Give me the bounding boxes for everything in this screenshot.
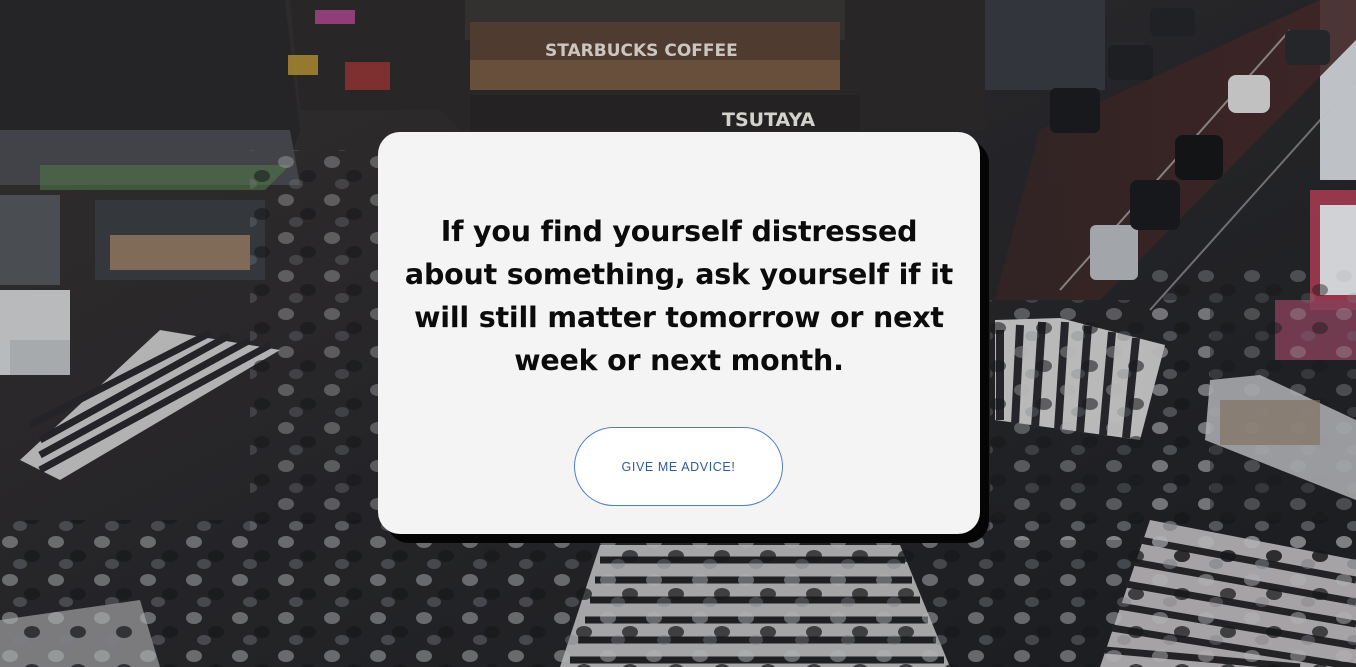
advice-quote: If you find yourself distressed about so… bbox=[404, 215, 954, 377]
give-me-advice-button[interactable]: GIVE ME ADVICE! bbox=[574, 427, 783, 506]
page: STARBUCKS COFFEE TSUTAYA If you find you… bbox=[0, 0, 1356, 667]
advice-card: If you find yourself distressed about so… bbox=[378, 132, 980, 534]
